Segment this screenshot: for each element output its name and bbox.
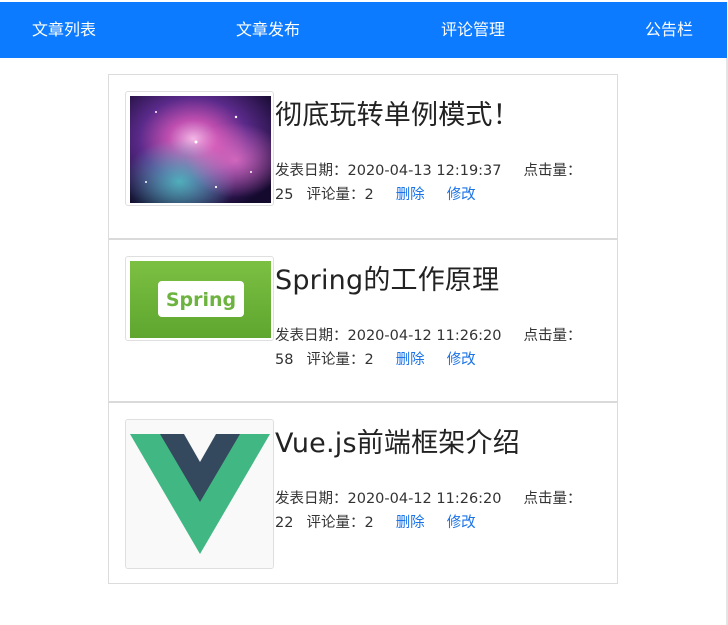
article-comments: 2: [364, 352, 374, 368]
article-item: 彻底玩转单例模式！ 发表日期：2020-04-13 12:19:37 点击量： 2…: [109, 75, 617, 238]
date-label: 发表日期：: [275, 491, 348, 507]
article-meta: 发表日期：2020-04-12 11:26:20 点击量： 58 评论量：2 删除 修改: [275, 324, 605, 372]
edit-link[interactable]: 修改: [447, 515, 476, 531]
nav-article-list[interactable]: 文章列表: [32, 2, 96, 58]
article-thumbnail-galaxy[interactable]: [125, 91, 274, 206]
page: 文章列表 文章发布 评论管理 公告栏 彻底玩转单例模式！ 发表日期：2020-0…: [0, 0, 728, 625]
article-item: Spring Spring的工作原理 发表日期：2020-04-12 11:26…: [109, 238, 617, 401]
article-date: 2020-04-12 11:26:20: [347, 491, 502, 507]
article-title[interactable]: 彻底玩转单例模式！: [275, 93, 520, 132]
article-meta: 发表日期：2020-04-13 12:19:37 点击量： 25 评论量：2 删除 修改: [275, 159, 605, 207]
article-clicks: 58: [275, 352, 294, 368]
article-thumbnail-vue[interactable]: [125, 419, 274, 569]
article-comments: 2: [364, 187, 374, 203]
article-clicks: 25: [275, 187, 294, 203]
comments-label: 评论量：: [306, 515, 365, 531]
article-item: Vue.js前端框架介绍 发表日期：2020-04-12 11:26:20 点击量…: [109, 401, 617, 569]
spring-logo-text: Spring: [166, 289, 236, 311]
article-thumbnail-spring[interactable]: Spring: [125, 256, 274, 341]
date-label: 发表日期：: [275, 328, 348, 344]
delete-link[interactable]: 删除: [396, 187, 425, 203]
spring-logo: Spring: [130, 261, 271, 338]
edit-link[interactable]: 修改: [447, 187, 476, 203]
article-title[interactable]: Spring的工作原理: [275, 258, 499, 297]
comments-label: 评论量：: [306, 187, 365, 203]
date-label: 发表日期：: [275, 163, 348, 179]
delete-link[interactable]: 删除: [396, 352, 425, 368]
nav-article-publish[interactable]: 文章发布: [236, 2, 300, 58]
article-date: 2020-04-13 12:19:37: [347, 163, 502, 179]
vue-logo: [126, 420, 273, 568]
article-date: 2020-04-12 11:26:20: [347, 328, 502, 344]
galaxy-image: [130, 96, 271, 203]
article-list: 彻底玩转单例模式！ 发表日期：2020-04-13 12:19:37 点击量： 2…: [108, 74, 618, 584]
comments-label: 评论量：: [306, 352, 365, 368]
top-navbar: 文章列表 文章发布 评论管理 公告栏: [0, 2, 727, 58]
article-meta: 发表日期：2020-04-12 11:26:20 点击量： 22 评论量：2 删除 修改: [275, 487, 605, 535]
nav-comment-management[interactable]: 评论管理: [441, 2, 505, 58]
delete-link[interactable]: 删除: [396, 515, 425, 531]
article-clicks: 22: [275, 515, 294, 531]
clicks-label: 点击量：: [523, 328, 582, 344]
clicks-label: 点击量：: [523, 491, 582, 507]
article-title[interactable]: Vue.js前端框架介绍: [275, 421, 520, 460]
clicks-label: 点击量：: [523, 163, 582, 179]
edit-link[interactable]: 修改: [447, 352, 476, 368]
article-comments: 2: [364, 515, 374, 531]
nav-bulletin-board[interactable]: 公告栏: [645, 2, 693, 58]
